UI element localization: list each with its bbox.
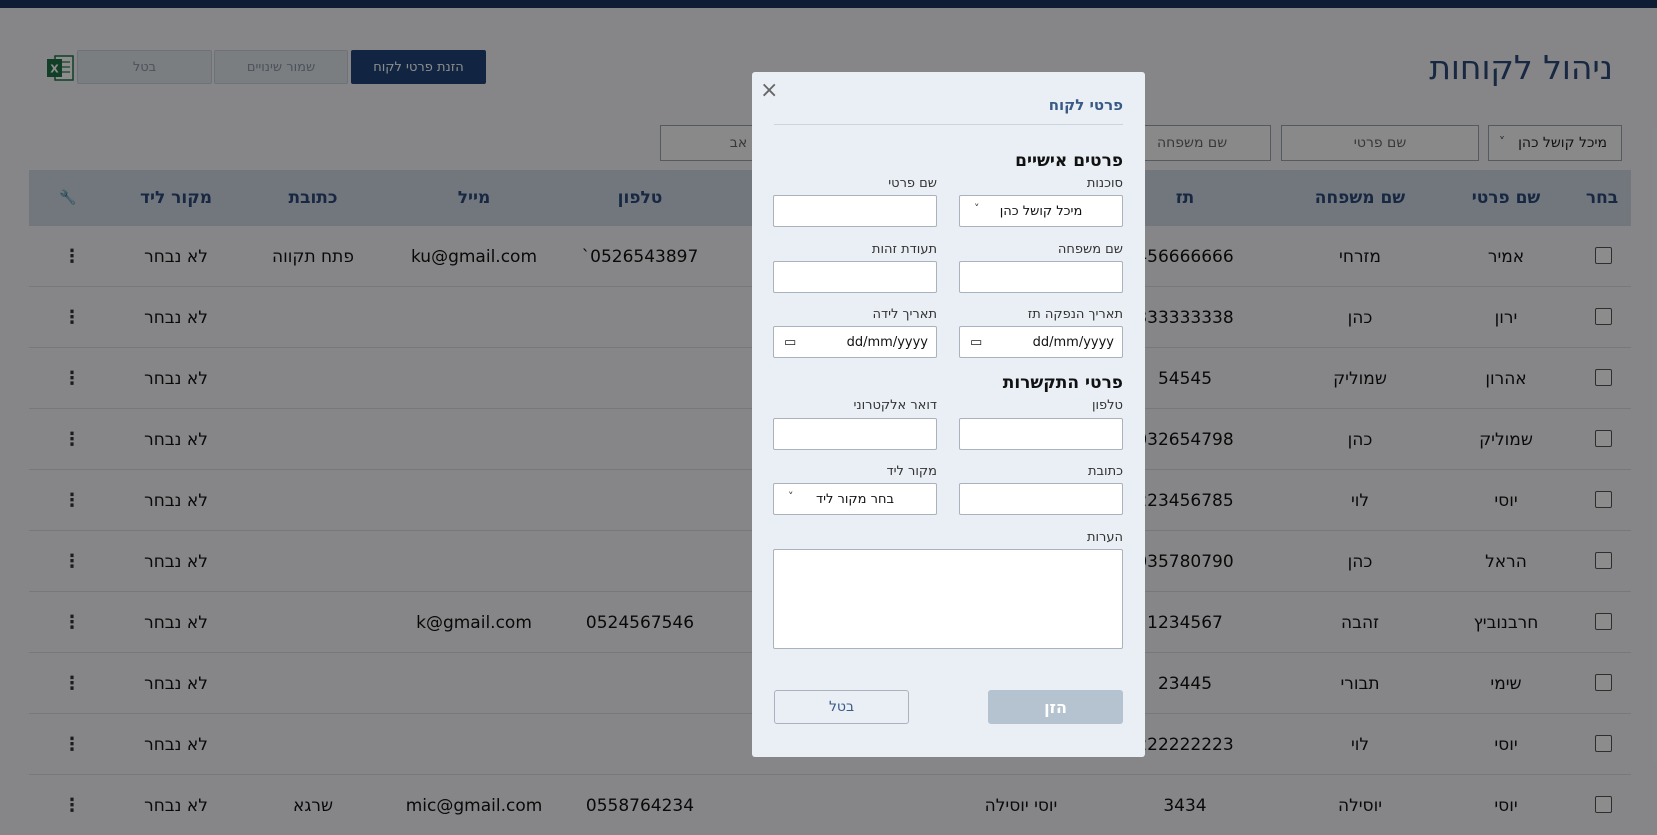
- birth-date-input[interactable]: dd/mm/yyyy ▭: [773, 326, 937, 358]
- personal-details-heading: פרטים אישיים: [1015, 151, 1123, 171]
- notes-label: הערות: [1086, 530, 1123, 545]
- birth-date-label: תאריך לידה: [872, 307, 937, 322]
- contact-details-heading: פרטי התקשרות: [1002, 373, 1123, 393]
- email-label: דואר אלקטרוני: [853, 398, 937, 413]
- lead-source-select-value: בחר מקור ליד: [816, 491, 894, 507]
- submit-button[interactable]: הזן: [988, 690, 1123, 724]
- id-issue-date-input[interactable]: dd/mm/yyyy ▭: [959, 326, 1123, 358]
- lead-source-label: מקור ליד: [886, 464, 937, 479]
- birth-date-placeholder: dd/mm/yyyy: [846, 334, 928, 350]
- agency-label: סוכנות: [1086, 176, 1123, 191]
- lead-source-select[interactable]: בחר מקור ליד ˅: [773, 483, 937, 515]
- chevron-down-icon: ˅: [974, 202, 980, 215]
- phone-input[interactable]: [959, 418, 1123, 450]
- chevron-down-icon: ˅: [788, 490, 794, 503]
- phone-label: טלפון: [1091, 398, 1123, 413]
- id-card-label: תעודת זהות: [871, 242, 937, 257]
- first-name-label: שם פרטי: [888, 176, 937, 191]
- agency-select[interactable]: מיכל קושל כהן ˅: [959, 195, 1123, 227]
- first-name-input[interactable]: [773, 195, 937, 227]
- id-card-input[interactable]: [773, 261, 937, 293]
- close-icon[interactable]: ×: [760, 78, 778, 103]
- id-issue-date-placeholder: dd/mm/yyyy: [1032, 334, 1114, 350]
- modal-divider: [774, 124, 1123, 125]
- last-name-label: שם משפחה: [1057, 242, 1123, 257]
- email-input[interactable]: [773, 418, 937, 450]
- address-input[interactable]: [959, 483, 1123, 515]
- last-name-input[interactable]: [959, 261, 1123, 293]
- id-issue-date-label: תאריך הנפקה תז: [1027, 307, 1123, 322]
- client-details-modal: × פרטי לקוח פרטים אישיים סוכנות שם פרטי …: [752, 72, 1145, 757]
- modal-title: פרטי לקוח: [1048, 96, 1123, 114]
- agency-select-value: מיכל קושל כהן: [999, 203, 1083, 219]
- address-label: כתובת: [1087, 464, 1123, 479]
- notes-textarea[interactable]: [773, 549, 1123, 649]
- modal-cancel-button[interactable]: בטל: [774, 690, 909, 724]
- calendar-icon[interactable]: ▭: [784, 335, 796, 350]
- calendar-icon[interactable]: ▭: [970, 335, 982, 350]
